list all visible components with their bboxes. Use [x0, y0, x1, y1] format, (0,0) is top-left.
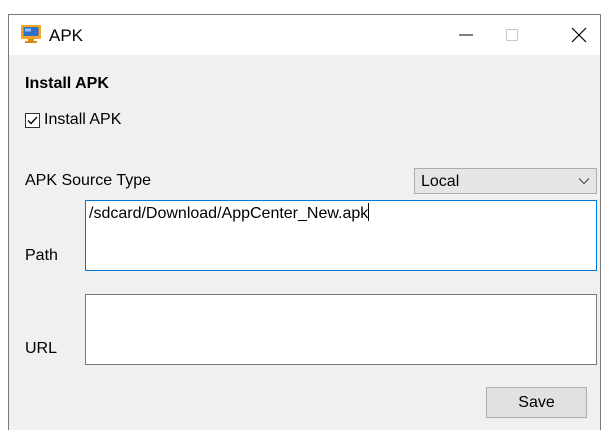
close-icon: [571, 27, 587, 43]
window-title: APK: [49, 26, 84, 45]
checkmark-icon: [27, 116, 38, 124]
install-apk-label: Install APK: [44, 111, 122, 128]
path-label: Path: [25, 247, 58, 264]
path-input[interactable]: /sdcard/Download/AppCenter_New.apk: [85, 200, 597, 271]
maximize-button[interactable]: [489, 15, 535, 55]
source-type-value: Local: [421, 173, 460, 190]
apk-dialog-window: APK Install APK Install APK APK Source T…: [8, 14, 601, 430]
maximize-icon: [506, 29, 518, 41]
save-button[interactable]: Save: [486, 387, 587, 418]
dialog-content: Install APK Install APK APK Source Type …: [9, 55, 600, 430]
url-input[interactable]: [85, 294, 597, 365]
minimize-button[interactable]: [443, 15, 489, 55]
install-apk-checkbox[interactable]: Install APK: [25, 111, 121, 129]
close-button[interactable]: [556, 15, 602, 55]
path-input-value: /sdcard/Download/AppCenter_New.apk: [89, 203, 370, 222]
monitor-app-icon: [21, 25, 41, 43]
url-label: URL: [25, 340, 58, 357]
group-title: Install APK: [25, 75, 109, 92]
title-bar[interactable]: APK: [9, 15, 600, 55]
minimize-icon: [459, 34, 473, 36]
source-type-select[interactable]: Local: [414, 168, 597, 194]
chevron-down-icon: [578, 178, 590, 185]
source-type-label: APK Source Type: [25, 172, 151, 189]
text-caret: [368, 203, 370, 221]
checkbox-box[interactable]: [25, 112, 40, 128]
